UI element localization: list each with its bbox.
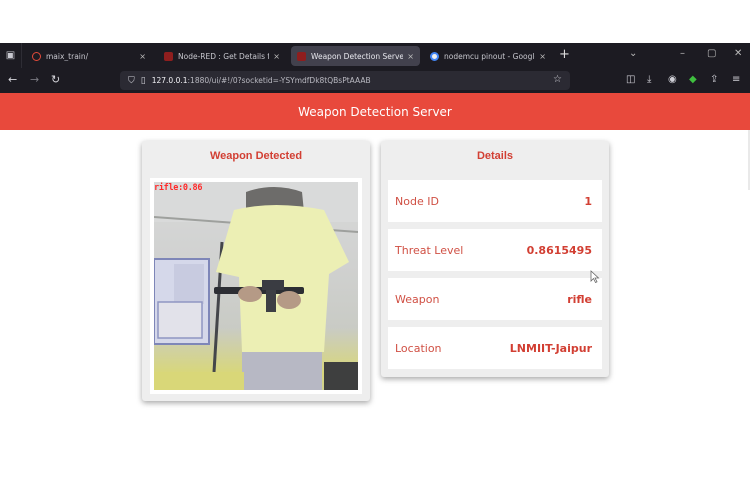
tab-close-icon[interactable]: ×	[273, 52, 280, 61]
url-path: :1880/ui/#!/0?socketid=-YSYmdfDk8tQBsPtA…	[187, 76, 371, 85]
tab-title: maix_train/	[46, 51, 89, 61]
detail-row-threat-level: Threat Level 0.8615495	[388, 229, 602, 271]
tab-weapon-detection[interactable]: Weapon Detection Server ×	[291, 46, 420, 66]
detail-label: Threat Level	[395, 243, 464, 257]
detail-value: LNMIIT-Jaipur	[509, 341, 592, 355]
node-red-favicon-icon	[297, 51, 306, 61]
reload-icon[interactable]: ↻	[51, 73, 60, 86]
tab-favicon-icon	[32, 51, 41, 61]
tab-nodemcu-pinout[interactable]: nodemcu pinout - Google Sear ×	[424, 46, 552, 66]
url-text[interactable]: 127.0.0.1:1880/ui/#!/0?socketid=-YSYmdfD…	[152, 76, 371, 85]
nav-bar: ← → ↻ ⛉ ▯ 127.0.0.1:1880/ui/#!/0?socketi…	[0, 68, 750, 93]
tab-title: Weapon Detection Server	[311, 51, 404, 61]
url-host: 127.0.0.1	[151, 76, 188, 85]
camera-frame-illustration	[154, 182, 358, 390]
tab-close-icon[interactable]: ×	[407, 52, 414, 61]
card-title: Details	[476, 150, 514, 162]
detail-value: rifle	[567, 292, 592, 306]
app-header: Weapon Detection Server	[0, 93, 750, 130]
tab-close-icon[interactable]: ×	[139, 52, 146, 61]
detail-row-weapon: Weapon rifle	[388, 278, 602, 320]
detail-label: Location	[395, 341, 442, 355]
detection-image: rifle:0.86	[154, 182, 358, 390]
detail-value: 1	[584, 194, 592, 208]
tab-bar: ▣ maix_train/ × Node-RED : Get Details f…	[0, 43, 750, 68]
tab-list-icon: ▣	[5, 50, 16, 61]
maximize-icon[interactable]: ▢	[707, 48, 716, 59]
detail-label: Weapon	[395, 292, 440, 306]
detail-row-location: Location LNMIIT-Jaipur	[388, 327, 602, 369]
menu-icon[interactable]: ≡	[732, 74, 740, 85]
detail-row-node-id: Node ID 1	[388, 180, 602, 222]
account-icon[interactable]: ◉	[668, 74, 677, 85]
minimize-icon[interactable]: –	[680, 48, 685, 59]
shield-icon[interactable]: ⛉	[128, 76, 135, 86]
page-title: Weapon Detection Server	[298, 104, 452, 119]
detail-label: Node ID	[395, 194, 439, 208]
tab-close-icon[interactable]: ×	[539, 52, 546, 61]
tab-title: Node-RED : Get Details from M	[178, 51, 269, 61]
mouse-cursor-icon	[590, 270, 600, 284]
share-icon[interactable]: ⇪	[710, 74, 718, 85]
new-tab-button[interactable]: +	[559, 47, 570, 62]
forward-icon[interactable]: →	[30, 73, 39, 86]
detail-value: 0.8615495	[526, 243, 592, 257]
card-title: Weapon Detected	[209, 150, 303, 162]
bookmark-star-icon[interactable]: ☆	[553, 74, 562, 85]
extension-icon[interactable]: ◆	[689, 74, 697, 85]
google-favicon-icon	[430, 51, 439, 61]
browser-chrome: ▣ maix_train/ × Node-RED : Get Details f…	[0, 43, 750, 93]
details-card: Details Node ID 1 Threat Level 0.8615495…	[381, 141, 609, 377]
tab-maix-train[interactable]: maix_train/ ×	[26, 46, 152, 66]
detection-label-overlay: rifle:0.86	[154, 183, 203, 193]
address-bar[interactable]: ⛉ ▯ 127.0.0.1:1880/ui/#!/0?socketid=-YSY…	[120, 71, 570, 90]
download-icon[interactable]: ⤓	[647, 74, 651, 85]
weapon-detected-card: Weapon Detected rifle:0.86	[142, 141, 370, 401]
pocket-icon[interactable]: ◫	[626, 74, 635, 85]
node-red-favicon-icon	[164, 51, 173, 61]
tab-title: nodemcu pinout - Google Sear	[444, 51, 535, 61]
blank-area	[0, 0, 750, 43]
tab-list-button[interactable]: ▣	[0, 43, 22, 68]
detection-image-frame: rifle:0.86	[150, 178, 362, 394]
window-close-icon[interactable]: ✕	[734, 48, 742, 59]
page-info-icon[interactable]: ▯	[141, 76, 146, 86]
tab-node-red[interactable]: Node-RED : Get Details from M ×	[158, 46, 286, 66]
back-icon[interactable]: ←	[8, 73, 17, 86]
tab-overflow-chevron-icon[interactable]: ⌄	[629, 48, 637, 59]
